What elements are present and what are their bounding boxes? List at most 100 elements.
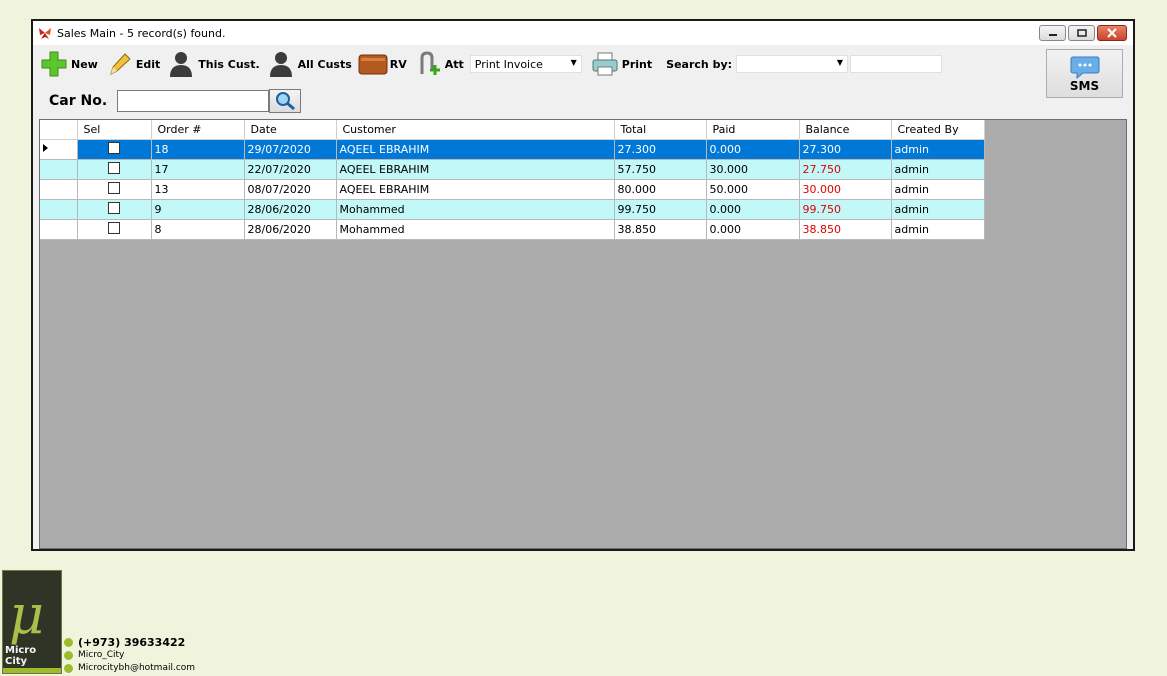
date-cell: 28/06/2020 [244,199,337,220]
select-cell[interactable] [77,219,152,240]
date-cell: 28/06/2020 [244,219,337,240]
search-by-select[interactable]: ▼ [736,55,849,73]
contact-email: Microcitybh@hotmail.com [64,662,195,675]
att-button[interactable]: Att [413,50,464,78]
maximize-button[interactable] [1068,25,1095,41]
balance-cell: 27.750 [799,159,892,180]
table-row[interactable]: 18 29/07/2020 AQEEL EBRAHIM 27.300 0.000… [40,139,985,160]
minimize-icon [1048,34,1057,36]
row-selector[interactable] [40,159,78,180]
phone-text: (+973) 39633422 [78,636,186,649]
orders-grid: Sel Order # Date Customer Total Paid Bal… [39,119,1127,549]
row-checkbox[interactable] [108,202,120,214]
column-header-paid[interactable]: Paid [706,120,800,140]
window-title: Sales Main - 5 record(s) found. [57,26,226,40]
column-header-balance[interactable]: Balance [799,120,892,140]
select-cell[interactable] [77,179,152,200]
created-by-cell: admin [891,139,985,160]
instagram-icon [64,651,73,660]
rv-label: RV [389,57,407,71]
row-checkbox[interactable] [108,182,120,194]
customer-cell: AQEEL EBRAHIM [336,139,615,160]
select-cell[interactable] [77,159,152,180]
print-label: Print [621,57,653,71]
close-icon [1107,28,1117,38]
paid-cell: 0.000 [706,219,800,240]
column-header-sel[interactable]: Sel [77,120,152,140]
select-cell[interactable] [77,139,152,160]
date-cell: 29/07/2020 [244,139,337,160]
edit-label: Edit [135,57,161,71]
column-header-total[interactable]: Total [614,120,707,140]
rv-button[interactable]: RV [358,50,407,78]
total-cell: 99.750 [614,199,707,220]
created-by-cell: admin [891,219,985,240]
search-input[interactable] [850,55,943,73]
date-cell: 08/07/2020 [244,179,337,200]
balance-cell: 27.300 [799,139,892,160]
user-icon [166,50,196,78]
car-no-filter: Car No. [49,89,302,113]
close-button[interactable] [1097,25,1127,41]
order-cell: 9 [151,199,245,220]
minimize-button[interactable] [1039,25,1066,41]
mu-logo-icon: μ [9,583,45,646]
contact-handle: Micro_City [64,649,195,662]
users-icon [266,50,296,78]
customer-cell: AQEEL EBRAHIM [336,159,615,180]
date-cell: 22/07/2020 [244,159,337,180]
sms-button[interactable]: SMS [1046,49,1123,98]
column-header-order[interactable]: Order # [151,120,245,140]
title-bar: Sales Main - 5 record(s) found. [33,21,1133,45]
paid-cell: 30.000 [706,159,800,180]
contact-phone: (+973) 39633422 [64,636,195,649]
customer-cell: AQEEL EBRAHIM [336,179,615,200]
all-custs-label: All Custs [297,57,352,71]
magnifier-icon [276,92,296,111]
this-cust-label: This Cust. [198,57,260,71]
logo-bar [3,668,61,673]
order-cell: 18 [151,139,245,160]
order-cell: 8 [151,219,245,240]
column-header-date[interactable]: Date [244,120,337,140]
total-cell: 57.750 [614,159,707,180]
edit-button[interactable]: Edit [104,50,160,78]
printer-icon [590,50,620,78]
table-row[interactable]: 9 28/06/2020 Mohammed 99.750 0.000 99.75… [40,199,985,220]
print-button[interactable]: Print [590,50,652,78]
paperclip-icon [413,50,443,78]
print-type-select[interactable]: Print Invoice ▼ [469,55,582,73]
column-header-customer[interactable]: Customer [336,120,615,140]
car-no-input[interactable] [117,90,270,112]
sms-label: SMS [1069,78,1100,93]
table-row[interactable]: 17 22/07/2020 AQEEL EBRAHIM 57.750 30.00… [40,159,985,180]
car-no-search-button[interactable] [269,89,302,113]
row-pointer-icon [43,144,48,152]
column-header-created-by[interactable]: Created By [891,120,985,140]
new-button[interactable]: New [39,50,98,78]
row-selector[interactable] [40,179,78,200]
search-by-label: Search by: [666,57,733,71]
logo-text: Micro City [5,645,61,667]
pencil-icon [104,50,134,78]
row-selector[interactable] [40,139,78,160]
order-cell: 13 [151,179,245,200]
this-cust-button[interactable]: This Cust. [166,50,260,78]
select-cell[interactable] [77,199,152,220]
row-checkbox[interactable] [108,162,120,174]
butterfly-icon [39,28,51,39]
all-custs-button[interactable]: All Custs [266,50,352,78]
toolbar: New Edit This Cust. All Custs RV Att Pri… [39,49,943,79]
car-no-label: Car No. [49,93,108,109]
total-cell: 38.850 [614,219,707,240]
row-selector[interactable] [40,219,78,240]
row-checkbox[interactable] [108,222,120,234]
table-header: Sel Order # Date Customer Total Paid Bal… [40,120,985,140]
table-row[interactable]: 13 08/07/2020 AQEEL EBRAHIM 80.000 50.00… [40,179,985,200]
sales-main-window: Sales Main - 5 record(s) found. New Edit [31,19,1135,551]
row-selector[interactable] [40,199,78,220]
new-label: New [71,57,98,71]
table-row[interactable]: 8 28/06/2020 Mohammed 38.850 0.000 38.85… [40,219,985,240]
row-header-corner [40,120,78,140]
row-checkbox[interactable] [108,142,120,154]
